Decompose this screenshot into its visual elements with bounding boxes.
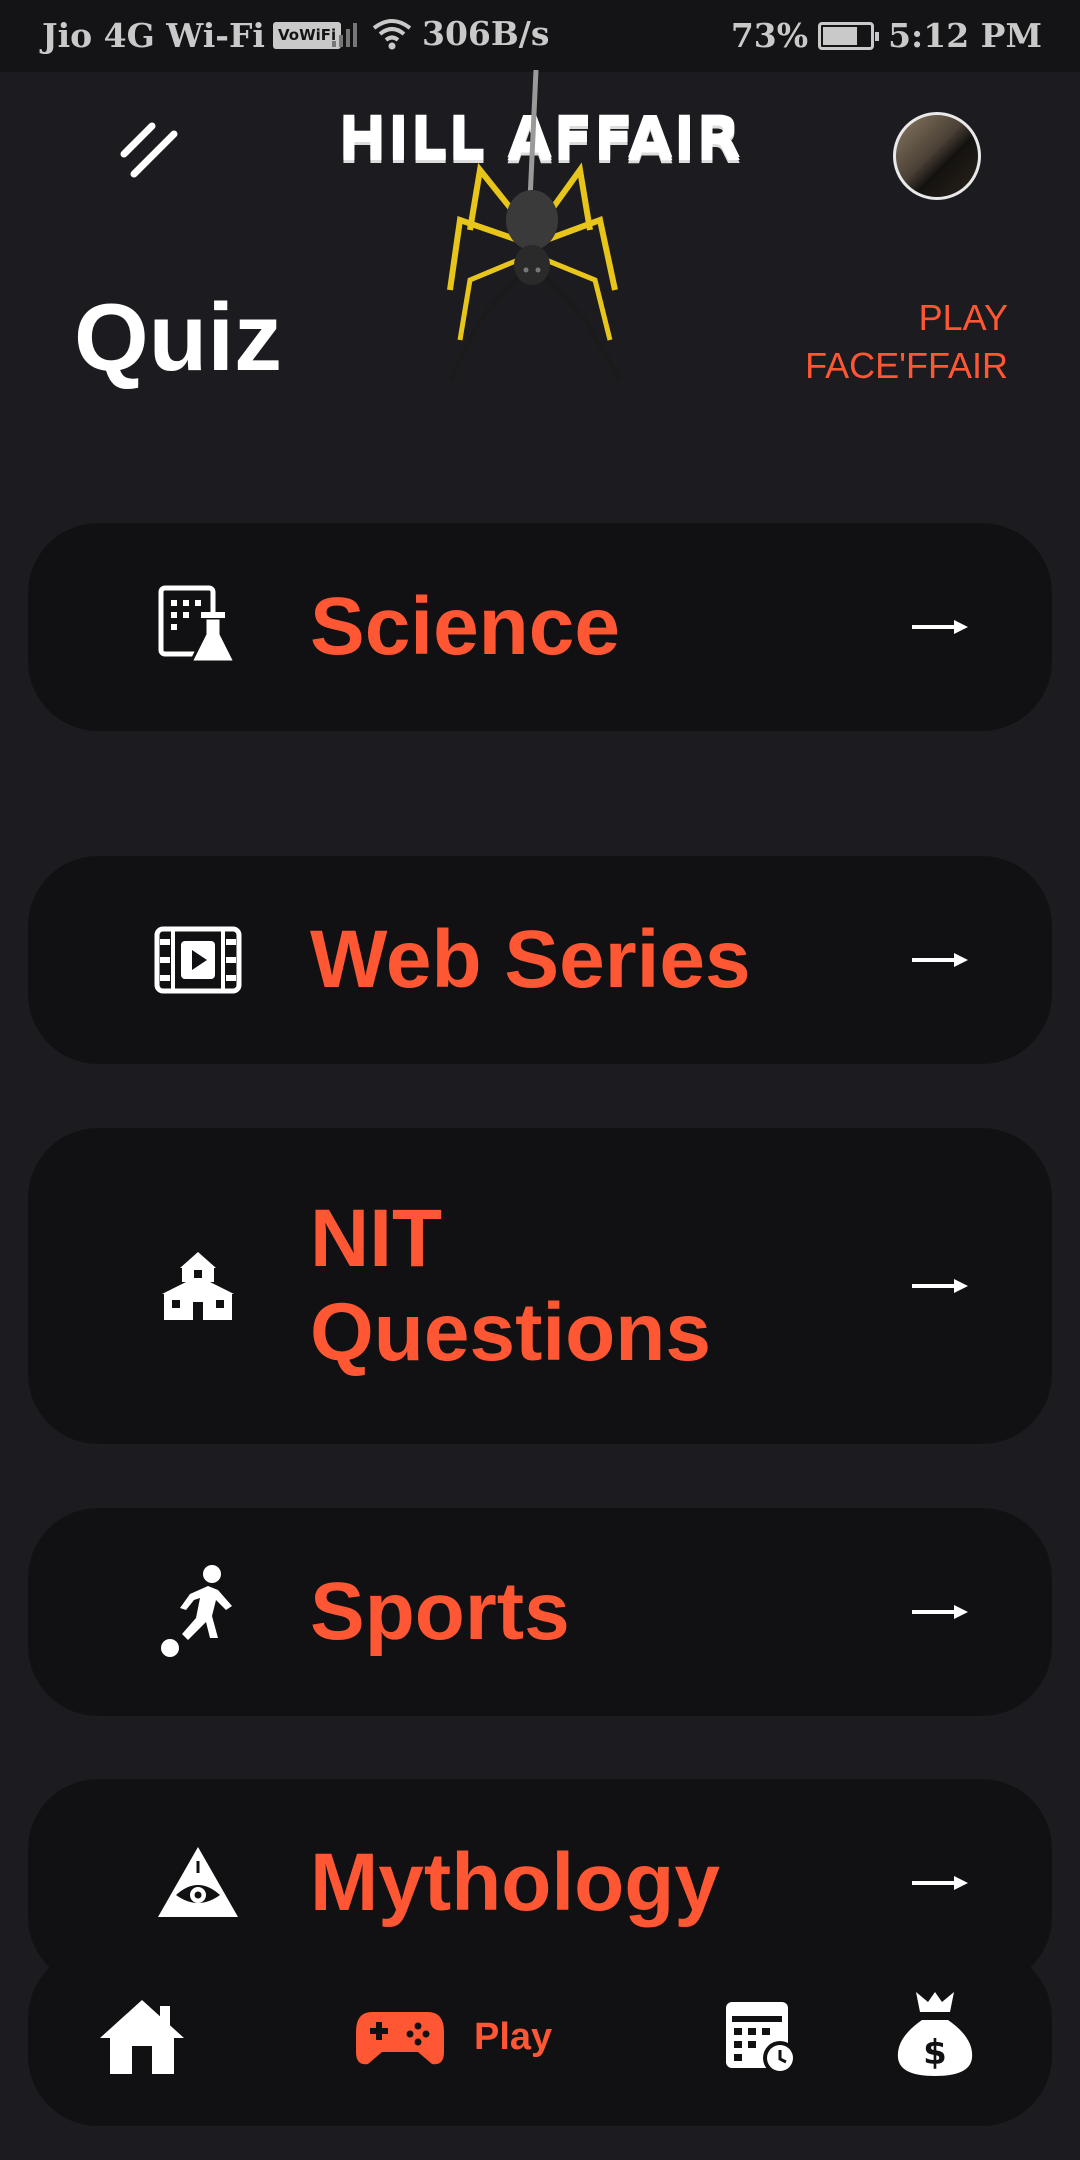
school-icon: [128, 1236, 268, 1336]
spider-icon: [447, 70, 623, 382]
network-group: 306B/s: [330, 14, 549, 53]
football-player-icon: [128, 1562, 268, 1662]
signal-icon: [332, 22, 357, 47]
play-link-line1: PLAY: [918, 297, 1008, 338]
category-label-line2: Questions: [310, 1287, 711, 1378]
svg-text:$: $: [923, 2033, 947, 2073]
gamepad-icon: [356, 2012, 444, 2065]
arrow-right-icon: [912, 1279, 968, 1293]
category-label-line1: NIT: [310, 1192, 443, 1284]
menu-slash-icon[interactable]: [112, 118, 182, 188]
page-title: Quiz: [74, 284, 282, 391]
play-faceffair-link[interactable]: PLAY FACE'FFAIR: [805, 294, 1008, 390]
science-icon: [128, 577, 268, 677]
category-label: Science: [310, 580, 620, 672]
nav-play[interactable]: Play: [354, 2006, 552, 2068]
carrier-name: Jio 4G Wi-Fi: [42, 16, 265, 55]
bottom-nav: Play $: [28, 1948, 1052, 2126]
nav-calendar[interactable]: [722, 1998, 802, 2078]
category-card-sports[interactable]: Sports: [28, 1508, 1052, 1716]
money-bag-icon: $: [897, 1992, 973, 2076]
film-icon: [128, 910, 268, 1010]
arrow-right-icon: [912, 953, 968, 967]
category-card-web-series[interactable]: Web Series: [28, 856, 1052, 1064]
arrow-right-icon: [912, 620, 968, 634]
category-card-science[interactable]: Science: [28, 523, 1052, 731]
status-right: 73% 5:12 PM: [731, 16, 1042, 55]
battery-icon: [818, 21, 880, 50]
category-card-nit-questions[interactable]: NIT Questions: [28, 1128, 1052, 1444]
eye-triangle-icon: [128, 1833, 268, 1933]
category-label: NIT Questions: [310, 1192, 711, 1381]
battery-fill: [823, 26, 858, 45]
battery-percent: 73%: [730, 16, 809, 55]
carrier-group: Jio 4G Wi-Fi VoWiFi: [42, 16, 342, 55]
category-label: Mythology: [310, 1836, 720, 1928]
calendar-clock-icon: [726, 2002, 797, 2075]
wifi-icon: [372, 18, 412, 49]
play-link-line2: FACE'FFAIR: [805, 345, 1008, 386]
arrow-right-icon: [912, 1605, 968, 1619]
network-speed: 306B/s: [422, 14, 550, 53]
nav-home[interactable]: [98, 1996, 186, 2078]
category-label: Sports: [310, 1565, 570, 1657]
status-bar: Jio 4G Wi-Fi VoWiFi 306B/s 73% 5:12 PM: [0, 0, 1080, 72]
home-icon: [100, 2000, 184, 2074]
category-label: Web Series: [310, 913, 751, 1005]
avatar[interactable]: [893, 112, 981, 200]
clock: 5:12 PM: [888, 16, 1042, 55]
nav-play-label: Play: [474, 2015, 553, 2058]
nav-money[interactable]: $: [894, 1988, 976, 2080]
arrow-right-icon: [912, 1876, 968, 1890]
